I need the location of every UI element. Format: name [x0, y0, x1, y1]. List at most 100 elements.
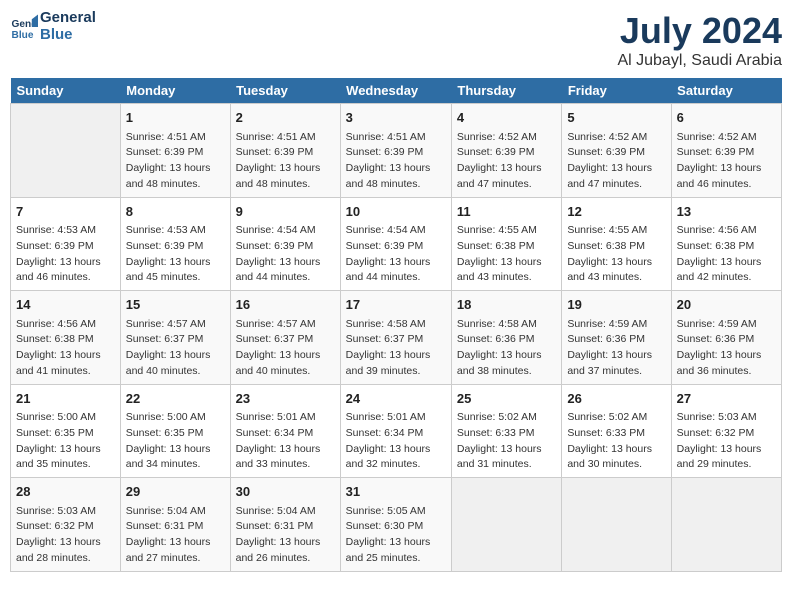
- calendar-table: SundayMondayTuesdayWednesdayThursdayFrid…: [10, 78, 782, 572]
- day-info: Sunrise: 4:51 AMSunset: 6:39 PMDaylight:…: [346, 130, 446, 193]
- day-info: Sunrise: 4:57 AMSunset: 6:37 PMDaylight:…: [126, 317, 225, 380]
- weekday-header: Friday: [562, 78, 671, 104]
- day-number: 20: [677, 295, 776, 315]
- day-info: Sunrise: 5:00 AMSunset: 6:35 PMDaylight:…: [16, 410, 115, 473]
- day-number: 29: [126, 482, 225, 502]
- day-number: 8: [126, 202, 225, 222]
- day-number: 9: [236, 202, 335, 222]
- day-info: Sunrise: 4:55 AMSunset: 6:38 PMDaylight:…: [457, 223, 556, 286]
- calendar-cell: 14Sunrise: 4:56 AMSunset: 6:38 PMDayligh…: [11, 291, 121, 385]
- day-number: 28: [16, 482, 115, 502]
- calendar-cell: 28Sunrise: 5:03 AMSunset: 6:32 PMDayligh…: [11, 478, 121, 572]
- day-number: 11: [457, 202, 556, 222]
- page-header: General Blue General Blue July 2024 Al J…: [10, 10, 782, 70]
- calendar-cell: 12Sunrise: 4:55 AMSunset: 6:38 PMDayligh…: [562, 197, 671, 291]
- day-info: Sunrise: 4:54 AMSunset: 6:39 PMDaylight:…: [236, 223, 335, 286]
- day-info: Sunrise: 4:58 AMSunset: 6:36 PMDaylight:…: [457, 317, 556, 380]
- day-info: Sunrise: 4:58 AMSunset: 6:37 PMDaylight:…: [346, 317, 446, 380]
- day-info: Sunrise: 4:57 AMSunset: 6:37 PMDaylight:…: [236, 317, 335, 380]
- calendar-cell: 18Sunrise: 4:58 AMSunset: 6:36 PMDayligh…: [451, 291, 561, 385]
- calendar-cell: 30Sunrise: 5:04 AMSunset: 6:31 PMDayligh…: [230, 478, 340, 572]
- weekday-header: Thursday: [451, 78, 561, 104]
- day-info: Sunrise: 4:53 AMSunset: 6:39 PMDaylight:…: [16, 223, 115, 286]
- calendar-cell: 4Sunrise: 4:52 AMSunset: 6:39 PMDaylight…: [451, 104, 561, 198]
- weekday-header: Tuesday: [230, 78, 340, 104]
- calendar-cell: 26Sunrise: 5:02 AMSunset: 6:33 PMDayligh…: [562, 384, 671, 478]
- day-number: 31: [346, 482, 446, 502]
- day-number: 21: [16, 389, 115, 409]
- logo: General Blue General Blue: [10, 10, 96, 43]
- logo-blue: Blue: [40, 27, 96, 44]
- calendar-cell: 10Sunrise: 4:54 AMSunset: 6:39 PMDayligh…: [340, 197, 451, 291]
- day-info: Sunrise: 5:01 AMSunset: 6:34 PMDaylight:…: [346, 410, 446, 473]
- calendar-cell: [671, 478, 781, 572]
- day-info: Sunrise: 5:04 AMSunset: 6:31 PMDaylight:…: [126, 504, 225, 567]
- day-number: 16: [236, 295, 335, 315]
- calendar-cell: 27Sunrise: 5:03 AMSunset: 6:32 PMDayligh…: [671, 384, 781, 478]
- day-number: 23: [236, 389, 335, 409]
- calendar-cell: 3Sunrise: 4:51 AMSunset: 6:39 PMDaylight…: [340, 104, 451, 198]
- calendar-header: SundayMondayTuesdayWednesdayThursdayFrid…: [11, 78, 782, 104]
- calendar-cell: 22Sunrise: 5:00 AMSunset: 6:35 PMDayligh…: [120, 384, 230, 478]
- calendar-cell: [11, 104, 121, 198]
- logo-general: General: [40, 10, 96, 27]
- calendar-cell: 23Sunrise: 5:01 AMSunset: 6:34 PMDayligh…: [230, 384, 340, 478]
- day-info: Sunrise: 5:05 AMSunset: 6:30 PMDaylight:…: [346, 504, 446, 567]
- day-number: 7: [16, 202, 115, 222]
- calendar-cell: 9Sunrise: 4:54 AMSunset: 6:39 PMDaylight…: [230, 197, 340, 291]
- day-number: 2: [236, 108, 335, 128]
- day-info: Sunrise: 4:51 AMSunset: 6:39 PMDaylight:…: [126, 130, 225, 193]
- day-number: 6: [677, 108, 776, 128]
- month-title: July 2024: [617, 10, 782, 52]
- day-info: Sunrise: 4:52 AMSunset: 6:39 PMDaylight:…: [457, 130, 556, 193]
- svg-text:Blue: Blue: [12, 29, 34, 40]
- calendar-cell: 31Sunrise: 5:05 AMSunset: 6:30 PMDayligh…: [340, 478, 451, 572]
- calendar-cell: 8Sunrise: 4:53 AMSunset: 6:39 PMDaylight…: [120, 197, 230, 291]
- day-number: 12: [567, 202, 665, 222]
- calendar-cell: 15Sunrise: 4:57 AMSunset: 6:37 PMDayligh…: [120, 291, 230, 385]
- day-info: Sunrise: 5:04 AMSunset: 6:31 PMDaylight:…: [236, 504, 335, 567]
- calendar-cell: 11Sunrise: 4:55 AMSunset: 6:38 PMDayligh…: [451, 197, 561, 291]
- day-number: 17: [346, 295, 446, 315]
- weekday-header: Saturday: [671, 78, 781, 104]
- weekday-header: Sunday: [11, 78, 121, 104]
- day-info: Sunrise: 5:02 AMSunset: 6:33 PMDaylight:…: [457, 410, 556, 473]
- calendar-body: 1Sunrise: 4:51 AMSunset: 6:39 PMDaylight…: [11, 104, 782, 572]
- day-info: Sunrise: 4:55 AMSunset: 6:38 PMDaylight:…: [567, 223, 665, 286]
- day-number: 13: [677, 202, 776, 222]
- calendar-cell: 2Sunrise: 4:51 AMSunset: 6:39 PMDaylight…: [230, 104, 340, 198]
- calendar-cell: 21Sunrise: 5:00 AMSunset: 6:35 PMDayligh…: [11, 384, 121, 478]
- calendar-cell: 20Sunrise: 4:59 AMSunset: 6:36 PMDayligh…: [671, 291, 781, 385]
- day-number: 19: [567, 295, 665, 315]
- day-info: Sunrise: 4:56 AMSunset: 6:38 PMDaylight:…: [677, 223, 776, 286]
- day-number: 4: [457, 108, 556, 128]
- day-number: 14: [16, 295, 115, 315]
- calendar-cell: 17Sunrise: 4:58 AMSunset: 6:37 PMDayligh…: [340, 291, 451, 385]
- day-number: 1: [126, 108, 225, 128]
- day-info: Sunrise: 4:52 AMSunset: 6:39 PMDaylight:…: [567, 130, 665, 193]
- day-info: Sunrise: 4:53 AMSunset: 6:39 PMDaylight:…: [126, 223, 225, 286]
- day-number: 26: [567, 389, 665, 409]
- day-number: 27: [677, 389, 776, 409]
- day-info: Sunrise: 4:52 AMSunset: 6:39 PMDaylight:…: [677, 130, 776, 193]
- day-number: 24: [346, 389, 446, 409]
- calendar-cell: 24Sunrise: 5:01 AMSunset: 6:34 PMDayligh…: [340, 384, 451, 478]
- calendar-cell: 25Sunrise: 5:02 AMSunset: 6:33 PMDayligh…: [451, 384, 561, 478]
- calendar-cell: 6Sunrise: 4:52 AMSunset: 6:39 PMDaylight…: [671, 104, 781, 198]
- day-number: 5: [567, 108, 665, 128]
- day-info: Sunrise: 5:03 AMSunset: 6:32 PMDaylight:…: [677, 410, 776, 473]
- calendar-cell: 13Sunrise: 4:56 AMSunset: 6:38 PMDayligh…: [671, 197, 781, 291]
- day-number: 30: [236, 482, 335, 502]
- day-number: 25: [457, 389, 556, 409]
- day-info: Sunrise: 4:56 AMSunset: 6:38 PMDaylight:…: [16, 317, 115, 380]
- calendar-cell: 19Sunrise: 4:59 AMSunset: 6:36 PMDayligh…: [562, 291, 671, 385]
- calendar-cell: 7Sunrise: 4:53 AMSunset: 6:39 PMDaylight…: [11, 197, 121, 291]
- weekday-header: Wednesday: [340, 78, 451, 104]
- calendar-cell: 1Sunrise: 4:51 AMSunset: 6:39 PMDaylight…: [120, 104, 230, 198]
- day-info: Sunrise: 4:59 AMSunset: 6:36 PMDaylight:…: [677, 317, 776, 380]
- day-number: 18: [457, 295, 556, 315]
- calendar-cell: [562, 478, 671, 572]
- location-title: Al Jubayl, Saudi Arabia: [617, 52, 782, 70]
- day-info: Sunrise: 5:03 AMSunset: 6:32 PMDaylight:…: [16, 504, 115, 567]
- calendar-cell: 5Sunrise: 4:52 AMSunset: 6:39 PMDaylight…: [562, 104, 671, 198]
